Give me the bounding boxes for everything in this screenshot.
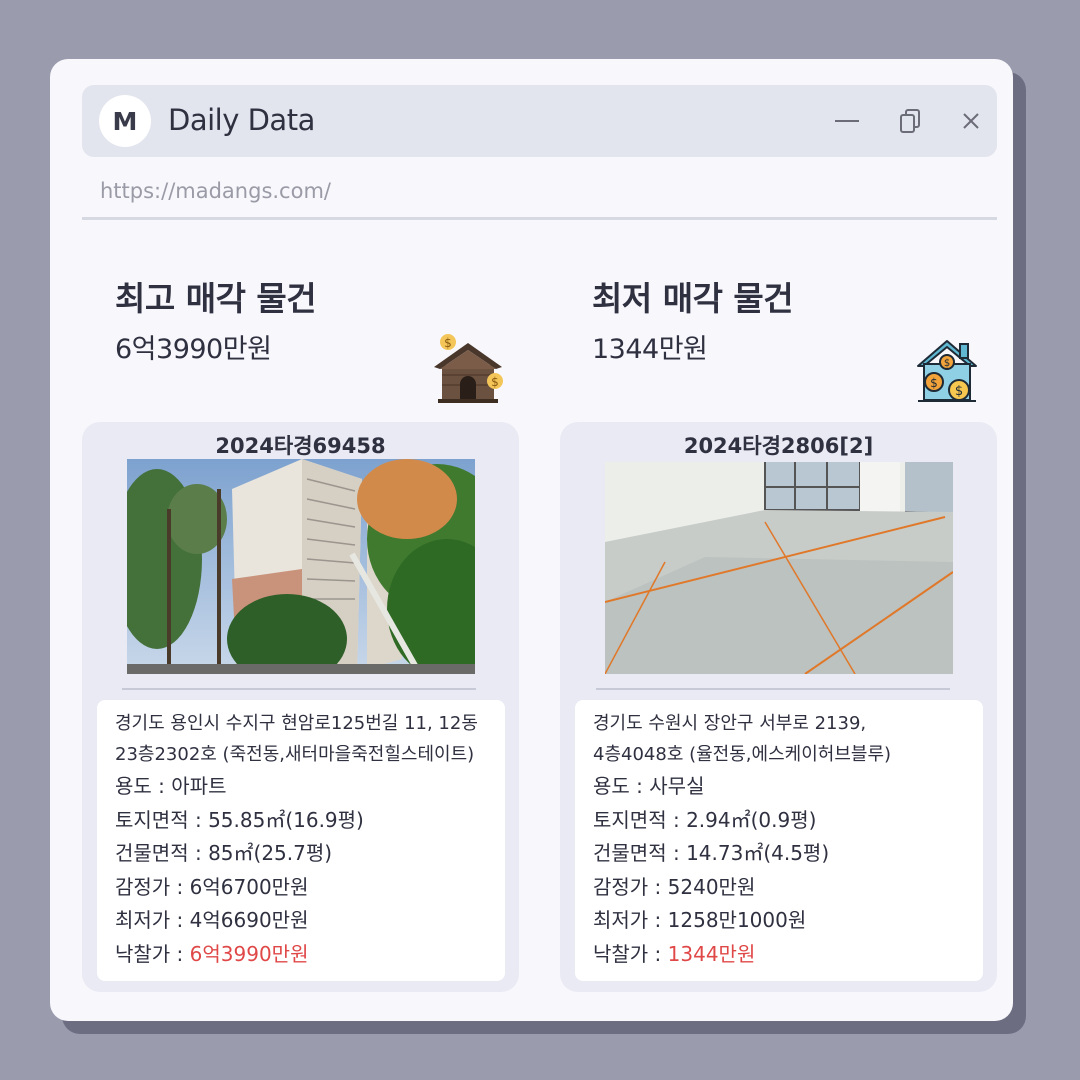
lowest-address-line1: 경기도 수원시 장안구 서부로 2139,: [593, 713, 867, 734]
highest-minimum-row: 최저가 : 4억6690만원: [115, 904, 487, 938]
highest-case-number: 2024타경69458: [215, 434, 386, 458]
close-icon[interactable]: [955, 105, 987, 137]
highest-usage-row: 용도 : 아파트: [115, 770, 487, 804]
highest-amount: 6억3990만원: [115, 334, 272, 365]
house-money-icon: $ $: [432, 329, 504, 403]
land-area-label: 토지면적 :: [115, 807, 209, 832]
card-divider: [122, 688, 476, 690]
minimum-price-label: 최저가 :: [593, 908, 668, 932]
svg-text:$: $: [930, 376, 938, 390]
highest-building-row: 건물면적 : 85㎡(25.7평): [115, 837, 487, 871]
appraisal-label: 감정가 :: [115, 874, 190, 899]
land-area-value: 2.94㎡(0.9평): [686, 807, 817, 832]
app-logo: M: [99, 95, 151, 147]
land-area-label: 토지면적 :: [593, 807, 687, 832]
card-divider: [596, 688, 950, 690]
highest-info-panel: 경기도 용인시 수지구 현암로125번길 11, 12동 23층2302호 (죽…: [97, 700, 505, 981]
svg-text:$: $: [491, 375, 499, 389]
minimize-icon[interactable]: [831, 105, 863, 137]
winning-bid-value: 6억3990만원: [189, 941, 309, 966]
building-area-label: 건물면적 :: [115, 841, 209, 865]
highest-card[interactable]: 2024타경69458 경기도 용인시 수지구 현암로125번길 11, 12동…: [82, 422, 519, 992]
url-text[interactable]: https://madangs.com/: [100, 179, 331, 203]
svg-text:$: $: [955, 384, 963, 399]
usage-value: 사무실: [649, 774, 705, 798]
appraisal-value: 5240만원: [667, 874, 756, 899]
appraisal-label: 감정가 :: [593, 874, 668, 899]
svg-text:$: $: [944, 358, 950, 369]
lowest-usage-row: 용도 : 사무실: [593, 770, 965, 804]
lowest-minimum-row: 최저가 : 1258만1000원: [593, 904, 965, 938]
lowest-card[interactable]: 2024타경2806[2] 경기도 수원시 장안구 서부로 2139, 4층40…: [560, 422, 997, 992]
building-area-value: 14.73㎡(4.5평): [686, 841, 830, 865]
lowest-info-panel: 경기도 수원시 장안구 서부로 2139, 4층4048호 (율전동,에스케이허…: [575, 700, 983, 981]
lowest-land-row: 토지면적 : 2.94㎡(0.9평): [593, 804, 965, 838]
title-bar: M Daily Data: [82, 85, 997, 157]
lowest-amount: 1344만원: [592, 334, 708, 365]
minimum-price-value: 1258만1000원: [667, 908, 807, 932]
svg-text:$: $: [444, 336, 452, 350]
lowest-building-row: 건물면적 : 14.73㎡(4.5평): [593, 837, 965, 871]
highest-address-line1: 경기도 용인시 수지구 현암로125번길 11, 12동: [115, 713, 478, 734]
highest-winning-row: 낙찰가 : 6억3990만원: [115, 938, 487, 972]
winning-bid-value: 1344만원: [667, 941, 756, 966]
app-title: Daily Data: [168, 103, 315, 137]
highest-property-photo[interactable]: [127, 459, 475, 674]
highest-appraisal-row: 감정가 : 6억6700만원: [115, 871, 487, 905]
appraisal-value: 6억6700만원: [189, 874, 309, 899]
lowest-appraisal-row: 감정가 : 5240만원: [593, 871, 965, 905]
winning-bid-label: 낙찰가 :: [115, 941, 190, 966]
building-area-label: 건물면적 :: [593, 841, 687, 865]
lowest-address-line2: 4층4048호 (율전동,에스케이허브블루): [593, 744, 892, 765]
highest-land-row: 토지면적 : 55.85㎡(16.9평): [115, 804, 487, 838]
winning-bid-label: 낙찰가 :: [593, 941, 668, 966]
header-divider: [82, 217, 997, 220]
land-area-value: 55.85㎡(16.9평): [208, 807, 364, 832]
usage-label: 용도 :: [115, 774, 172, 798]
lowest-winning-row: 낙찰가 : 1344만원: [593, 938, 965, 972]
usage-label: 용도 :: [593, 774, 650, 798]
usage-value: 아파트: [171, 774, 227, 798]
app-window: M Daily Data https://madangs.com/ 최고 매각 …: [50, 59, 1013, 1021]
lowest-property-photo[interactable]: [605, 462, 953, 674]
building-area-value: 85㎡(25.7평): [208, 841, 333, 865]
highest-address-line2: 23층2302호 (죽전동,새터마을죽전힐스테이트): [115, 744, 475, 765]
highest-heading: 최고 매각 물건: [115, 279, 317, 318]
minimum-price-value: 4억6690만원: [189, 908, 309, 932]
restore-icon[interactable]: [895, 105, 927, 137]
lowest-case-number: 2024타경2806[2]: [683, 434, 874, 458]
lowest-heading: 최저 매각 물건: [592, 279, 794, 318]
minimum-price-label: 최저가 :: [115, 908, 190, 932]
house-coins-icon: $ $ $: [916, 338, 978, 404]
